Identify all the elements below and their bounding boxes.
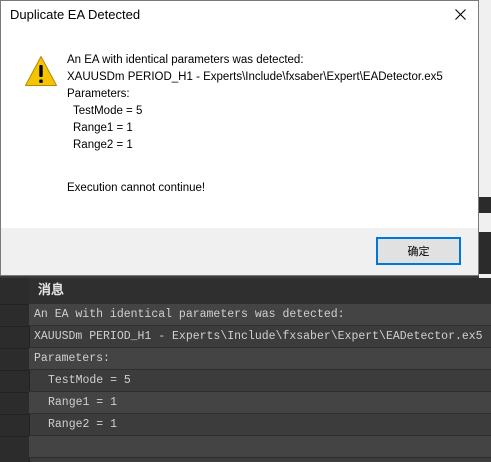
warning-icon <box>25 56 57 86</box>
log-row[interactable]: Range1 = 1 <box>29 392 491 414</box>
log-panel: 消息 An EA with identical parameters was d… <box>0 278 491 462</box>
ok-button[interactable]: 确定 <box>376 237 461 265</box>
dialog-title-bar[interactable]: Duplicate EA Detected <box>1 1 478 31</box>
log-row[interactable]: XAUUSDm PERIOD_H1 - Experts\Include\fxsa… <box>29 326 491 348</box>
background-window-edge <box>479 0 491 278</box>
close-icon <box>454 8 466 20</box>
edge-mark <box>479 197 491 213</box>
log-row[interactable]: Range2 = 1 <box>29 414 491 436</box>
dialog-footer: 确定 <box>1 228 478 275</box>
log-row[interactable]: An EA with identical parameters was dete… <box>29 304 491 326</box>
dialog-title: Duplicate EA Detected <box>10 7 141 22</box>
duplicate-ea-dialog: Duplicate EA Detected An EA with identic… <box>0 0 479 276</box>
dialog-message: An EA with identical parameters was dete… <box>67 54 443 151</box>
log-row[interactable]: TestMode = 5 <box>29 370 491 392</box>
close-button[interactable] <box>442 1 478 27</box>
log-row-empty[interactable] <box>29 436 491 458</box>
execution-message: Execution cannot continue! <box>67 182 206 194</box>
log-column-header[interactable]: 消息 <box>29 278 491 304</box>
log-row[interactable]: Parameters: <box>29 348 491 370</box>
edge-mark <box>479 232 491 274</box>
log-gutter <box>0 278 30 462</box>
